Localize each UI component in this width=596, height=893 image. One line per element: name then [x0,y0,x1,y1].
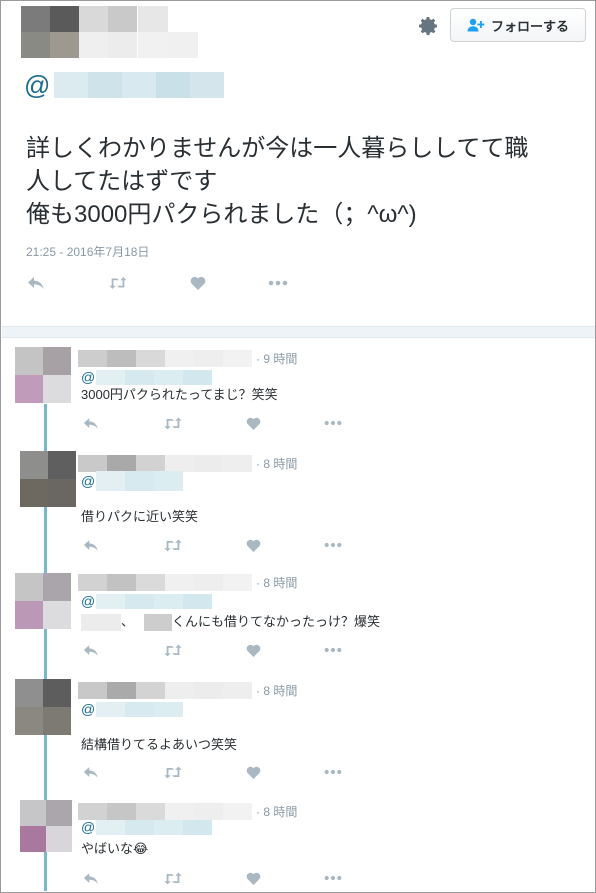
main-tweet: @ フォローする 詳しくわかりませんが今は一人暮らししてて職 人してたはずです … [2,2,595,326]
mention-at-sign: @ [81,473,96,489]
author-name-redacted [78,682,252,699]
mention-at-sign: @ [81,819,96,835]
tweet-text-line: 人してたはずです [26,168,218,195]
tweet-timestamp[interactable]: 21:25 - 2016年7月18日 [26,243,149,260]
reply-time[interactable]: · 8 時間 [256,574,297,591]
reply-author[interactable]: · 8 時間 [78,803,297,820]
tweet-page: @ フォローする 詳しくわかりませんが今は一人暮らししてて職 人してたはずです … [0,0,596,893]
follow-button[interactable]: フォローする [450,8,586,42]
reply-time[interactable]: · 8 時間 [256,455,297,472]
reply-text: やばいな😂 [81,841,149,856]
reply-author[interactable]: · 8 時間 [78,455,297,472]
reply-mention[interactable]: @ [81,471,184,491]
author-name-redacted [78,574,252,591]
reply-text-rest: くんにも借りてなかったっけ？爆笑 [172,614,381,629]
reply-avatar[interactable] [15,679,71,735]
handle-at-sign: @ [24,70,51,100]
retweet-icon[interactable] [163,535,183,555]
reply-text: 、 くんにも借りてなかったっけ？爆笑 [81,611,381,632]
reply-actions [81,535,343,555]
name-redacted [144,614,173,632]
reply-author[interactable]: · 9 時間 [78,350,297,367]
retweet-icon[interactable] [163,868,183,888]
heart-icon[interactable] [188,273,208,293]
reply-icon[interactable] [81,868,101,888]
reply-actions [81,640,343,660]
heart-icon[interactable] [243,413,263,433]
tweet-text-line: 詳しくわかりませんが今は一人暮らししてて職 [26,135,529,162]
mention-redacted [96,701,184,717]
reply-avatar[interactable] [20,451,76,507]
heart-icon[interactable] [243,535,263,555]
more-icon[interactable] [268,273,288,293]
reply-mention[interactable]: @ [81,701,184,717]
heart-icon[interactable] [243,868,263,888]
author-name-redacted [78,455,252,472]
reply-mention[interactable]: @ [81,369,213,385]
reply-avatar[interactable] [20,800,72,852]
reply-tweet: · 8 時間 @ やばいな😂 [2,800,595,892]
more-icon[interactable] [323,413,343,433]
tweet-text-line: 俺も3000円パクられました（；^ω^) [26,201,417,228]
author-avatar[interactable] [21,6,138,58]
mention-redacted [96,593,213,609]
more-icon[interactable] [323,535,343,555]
mention-redacted [96,819,213,835]
reply-icon[interactable] [81,762,101,782]
reply-tweet: · 8 時間 @ 結構借りてるよあいつ笑笑 [2,679,595,794]
reply-icon[interactable] [81,640,101,660]
reply-mention[interactable]: @ [81,593,213,609]
retweet-icon[interactable] [108,273,128,293]
gear-icon[interactable] [416,14,440,38]
mention-redacted [96,369,213,385]
heart-icon[interactable] [243,762,263,782]
mention-at-sign: @ [81,593,96,609]
follow-button-label: フォローする [490,18,569,34]
more-icon[interactable] [323,640,343,660]
reply-text: 借りパクに近い笑笑 [81,509,199,524]
tweet-actions [26,273,288,293]
reply-icon[interactable] [81,535,101,555]
add-user-icon [467,18,485,32]
retweet-icon[interactable] [163,640,183,660]
reply-time[interactable]: · 8 時間 [256,803,297,820]
reply-icon[interactable] [26,273,46,293]
reply-icon[interactable] [81,413,101,433]
reply-avatar[interactable] [15,573,71,629]
reply-author[interactable]: · 8 時間 [78,574,297,591]
thread-divider [2,326,595,338]
reply-author[interactable]: · 8 時間 [78,682,297,699]
reply-time[interactable]: · 9 時間 [256,350,297,367]
reply-actions [81,868,343,888]
handle-redacted [54,72,225,98]
reply-actions [81,413,343,433]
retweet-icon[interactable] [163,762,183,782]
mention-at-sign: @ [81,701,96,717]
retweet-icon[interactable] [163,413,183,433]
reply-mention[interactable]: @ [81,819,213,835]
reply-text-separator: 、 [121,614,135,629]
more-icon[interactable] [323,762,343,782]
more-icon[interactable] [323,868,343,888]
reply-text: 3000円パクられたってまじ？笑笑 [81,387,278,402]
author-name-redacted [78,350,252,367]
heart-icon[interactable] [243,640,263,660]
reply-tweet: · 8 時間 @ 、 くんにも借りてなかったっけ？爆笑 [2,571,595,676]
author-name-redacted[interactable] [138,6,198,58]
reply-actions [81,762,343,782]
reply-time[interactable]: · 8 時間 [256,682,297,699]
tweet-text: 詳しくわかりませんが今は一人暮らししてて職 人してたはずです 俺も3000円パク… [26,132,586,231]
author-handle[interactable]: @ [24,70,225,100]
mention-at-sign: @ [81,369,96,385]
author-name-redacted [78,803,252,820]
name-redacted [81,614,121,632]
reply-avatar[interactable] [15,347,71,403]
reply-tweet: · 9 時間 @ 3000円パクられたってまじ？笑笑 [2,347,595,447]
mention-redacted [96,471,184,491]
reply-tweet: · 8 時間 @ 借りパクに近い笑笑 [2,451,595,562]
reply-text: 結構借りてるよあいつ笑笑 [81,737,238,752]
